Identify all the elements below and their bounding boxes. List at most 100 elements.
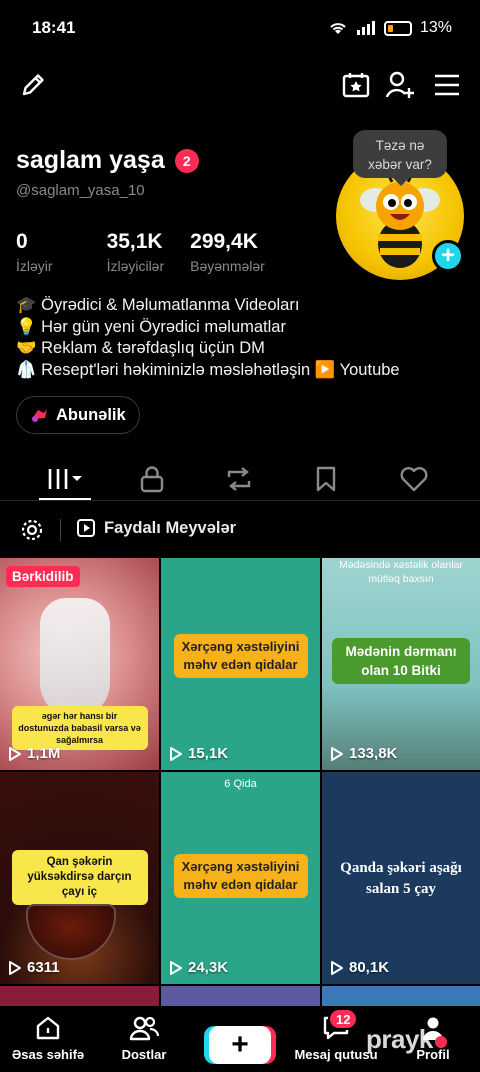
stat-label: İzləyicilər [106, 258, 165, 274]
bio-line: 🎓 Öyrədici & Məlumatlanma Videoları [16, 296, 300, 314]
playlist-chip[interactable]: Faydalı Meyvələr [76, 518, 236, 538]
signal-icon [356, 21, 375, 35]
friends-icon [129, 1016, 160, 1041]
divider [60, 519, 61, 541]
heart-icon [400, 467, 428, 492]
edit-pencil-icon[interactable] [16, 68, 50, 102]
status-icons: 13% [328, 19, 452, 37]
view-count: 24,3K [169, 959, 228, 976]
tab-videos-grid[interactable] [43, 461, 89, 497]
stat-label: İzləyir [16, 258, 53, 274]
active-tab-indicator [39, 498, 91, 500]
play-outline-icon [170, 746, 182, 761]
avatar-status-bubble[interactable]: Təzə nə xəbər var? [353, 130, 447, 186]
video-thumbnail[interactable]: Qan şəkərin yüksəkdirsə darçın çayı iç 6… [0, 772, 159, 984]
view-count-text: 80,1K [349, 959, 390, 976]
subscription-icon [32, 409, 47, 422]
repost-icon [227, 467, 251, 491]
display-name[interactable]: saglam yaşa [16, 146, 165, 175]
stat-value: 35,1K [106, 230, 163, 253]
video-thumbnail[interactable]: Mədəsində xəstəlik olanlar mütləq baxsın… [322, 558, 480, 770]
view-count-text: 1,1M [27, 745, 61, 762]
video-thumbnail[interactable] [161, 986, 320, 1006]
content-tabs [0, 455, 480, 501]
play-outline-icon [9, 746, 21, 761]
bookmark-icon [316, 466, 336, 492]
video-thumbnail[interactable] [0, 986, 159, 1006]
stat-label: Bəyənmələr [190, 258, 265, 274]
settings-gear-icon[interactable] [20, 518, 44, 547]
name-notification-badge: 2 [174, 148, 199, 173]
grid-columns-icon [48, 469, 82, 489]
tab-reposts[interactable] [217, 461, 261, 497]
tab-favorites[interactable] [304, 461, 348, 497]
video-caption: Qanda şəkəri aşağı salan 5 çay [340, 860, 462, 897]
tea-cup-image [26, 904, 116, 960]
nav-label: Əsas səhifə [11, 1047, 85, 1062]
profile-bio: 🎓 Öyrədici & Məlumatlanma Videoları 💡 Hə… [16, 295, 466, 381]
playlist-row: Faydalı Meyvələr [0, 512, 480, 548]
video-thumbnail[interactable]: 6 Qida Xərçəng xəstəliyini məhv edən qid… [161, 772, 320, 984]
play-outline-icon [331, 746, 343, 761]
view-count: 133,8K [330, 745, 397, 762]
username-row: saglam yaşa 2 [16, 146, 199, 175]
tab-private[interactable] [130, 461, 174, 497]
stat-value: 299,4K [190, 230, 258, 253]
subscription-button[interactable]: Abunəlik [16, 396, 140, 434]
tab-liked[interactable] [392, 461, 436, 497]
watermark-logo: prayk [366, 1024, 447, 1055]
subscription-label: Abunəlik [56, 405, 126, 424]
avatar-add-story-button[interactable]: + [432, 240, 464, 272]
playlist-name: Faydalı Meyvələr [104, 518, 237, 537]
profile-header [0, 62, 480, 108]
bio-line[interactable]: 🥼 Resept'ləri həkiminizlə məsləhətləşin … [16, 360, 466, 382]
calendar-star-icon[interactable] [339, 68, 373, 102]
video-thumbnail[interactable]: Qanda şəkəri aşağı salan 5 çay 80,1K [322, 772, 480, 984]
watermark-dot [434, 1036, 447, 1048]
view-count-text: 24,3K [188, 959, 229, 976]
bio-line: 🤝 Reklam & tərəfdaşlıq üçün DM [16, 339, 265, 357]
inbox-badge: 12 [328, 1008, 359, 1030]
stat-following[interactable]: 0 İzləyir [16, 230, 53, 274]
video-thumbnail[interactable] [322, 986, 480, 1006]
lock-icon [140, 466, 164, 493]
battery-icon [383, 20, 412, 36]
status-bar: 18:41 13% [0, 0, 480, 56]
pinned-badge: Bərkidilib [6, 566, 80, 587]
watermark-text: prayk [366, 1024, 433, 1054]
stat-value: 0 [16, 230, 28, 253]
thumbnail-illustration [40, 598, 110, 718]
view-count: 6311 [8, 959, 60, 976]
video-caption: Mədənin dərmanı olan 10 Bitki [332, 638, 470, 684]
add-friend-icon[interactable] [384, 68, 418, 102]
video-caption: əgər hər hansı bir dostunuzda babasil va… [11, 706, 148, 750]
menu-hamburger-icon[interactable] [430, 68, 464, 102]
view-count: 15,1K [169, 745, 228, 762]
view-count-text: 15,1K [188, 745, 229, 762]
bio-line: 💡 Hər gün yeni Öyrədici məlumatlar [16, 317, 286, 336]
wifi-icon [330, 23, 346, 34]
video-caption: Xərçəng xəstəliyini məhv edən qidalar [173, 634, 308, 678]
play-outline-icon [331, 960, 343, 975]
bubble-line: Təzə nə [375, 138, 425, 153]
video-caption: Xərçəng xəstəliyini məhv edən qidalar [173, 854, 308, 898]
play-square-icon [77, 519, 95, 537]
battery-percent: 13% [419, 19, 452, 36]
view-count: 80,1K [330, 959, 389, 976]
video-thumbnail[interactable]: Bərkidilib əgər hər hansı bir dostunuzda… [0, 558, 159, 770]
video-caption: Qan şəkərin yüksəkdirsə darçın çayı iç [11, 850, 148, 905]
user-handle: @saglam_yasa_10 [16, 182, 145, 199]
play-outline-icon [170, 960, 182, 975]
video-top-text: 6 Qida [224, 778, 257, 790]
stat-likes[interactable]: 299,4K Bəyənmələr [190, 230, 265, 274]
home-icon [36, 1016, 60, 1040]
stat-followers[interactable]: 35,1K İzləyicilər [107, 230, 165, 274]
video-thumbnail[interactable]: Xərçəng xəstəliyini məhv edən qidalar 15… [161, 558, 320, 770]
bubble-line: xəbər var? [368, 157, 432, 172]
nav-friends[interactable]: Dostlar [112, 1014, 176, 1062]
video-top-text: Mədəsində xəstəlik olanlar mütləq baxsın [339, 559, 463, 585]
create-video-button[interactable]: + [209, 1026, 271, 1064]
view-count-text: 133,8K [349, 745, 398, 762]
play-outline-icon [9, 960, 21, 975]
nav-home[interactable]: Əsas səhifə [10, 1014, 86, 1062]
